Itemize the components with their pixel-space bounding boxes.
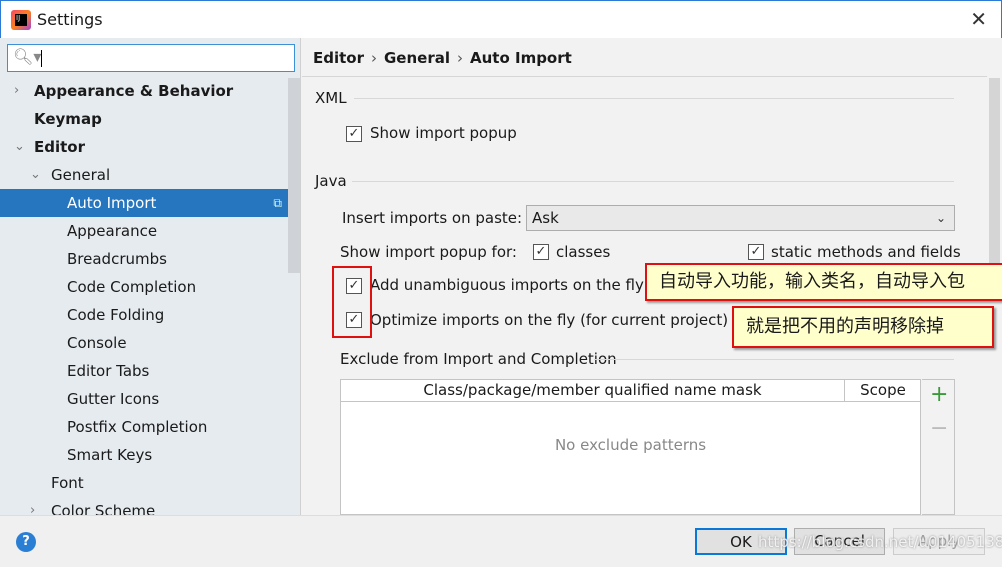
chevron-right-icon[interactable]: ›	[14, 77, 19, 105]
window-title: Settings	[37, 10, 103, 29]
annotation-optimize: 就是把不用的声明移除掉	[732, 306, 994, 348]
add-icon[interactable]: +	[930, 382, 948, 407]
intellij-logo-icon: IJ	[11, 10, 31, 30]
sidebar-item-gutter-icons[interactable]: Gutter Icons	[0, 385, 288, 413]
xml-show-popup-checkbox[interactable]: ✓	[346, 126, 362, 142]
sidebar-item-editor-tabs[interactable]: Editor Tabs	[0, 357, 288, 385]
static-methods-label: static methods and fields	[771, 243, 961, 261]
sidebar-item-label: Appearance	[67, 222, 158, 240]
exclude-table: Class/package/member qualified name mask…	[340, 379, 921, 515]
popup-for-label: Show import popup for:	[340, 243, 517, 261]
breadcrumb-general[interactable]: General	[384, 49, 450, 67]
divider	[594, 359, 954, 360]
divider	[352, 181, 954, 182]
breadcrumb-auto-import: Auto Import	[470, 49, 572, 67]
sidebar-item-label: General	[51, 166, 111, 184]
help-icon[interactable]: ?	[16, 532, 36, 552]
insert-imports-value: Ask	[532, 209, 559, 227]
chevron-right-icon[interactable]: ›	[30, 497, 35, 515]
sidebar-item-label: Editor	[34, 138, 85, 156]
search-icon: 🔍︎▾	[13, 47, 42, 66]
static-methods-checkbox[interactable]: ✓	[748, 244, 764, 260]
sidebar-item-label: Code Folding	[67, 306, 165, 324]
sidebar-item-editor[interactable]: ⌄ Editor	[0, 133, 288, 161]
title-bar: IJ Settings ✕	[0, 0, 1002, 38]
sidebar-item-appearance-behavior[interactable]: › Appearance & Behavior	[0, 77, 288, 105]
classes-checkbox[interactable]: ✓	[533, 244, 549, 260]
breadcrumb: Editor › General › Auto Import	[313, 49, 572, 67]
annotation-auto-import: 自动导入功能，输入类名，自动导入包	[645, 263, 1002, 301]
sidebar-item-code-folding[interactable]: Code Folding	[0, 301, 288, 329]
sidebar-item-font[interactable]: Font	[0, 469, 288, 497]
divider	[302, 76, 1002, 77]
exclude-title: Exclude from Import and Completion	[340, 350, 617, 368]
divider	[354, 98, 954, 99]
column-header-scope[interactable]: Scope	[845, 380, 921, 402]
remove-icon[interactable]: −	[930, 416, 948, 441]
sidebar-item-general[interactable]: ⌄ General	[0, 161, 288, 189]
watermark: https://blog.csdn.net/u014051380	[758, 533, 1002, 551]
sidebar-item-console[interactable]: Console	[0, 329, 288, 357]
breadcrumb-separator: ›	[457, 49, 463, 67]
sidebar-scrollbar[interactable]	[288, 78, 300, 273]
column-header-mask[interactable]: Class/package/member qualified name mask	[341, 380, 845, 402]
sidebar-item-smart-keys[interactable]: Smart Keys	[0, 441, 288, 469]
sidebar-item-auto-import[interactable]: Auto Import ⧉	[0, 189, 288, 217]
unambiguous-imports-label: Add unambiguous imports on the fly	[370, 276, 644, 294]
sidebar-item-label: Auto Import	[67, 194, 157, 212]
java-section-title: Java	[315, 172, 347, 190]
sidebar-item-label: Editor Tabs	[67, 362, 150, 380]
settings-sidebar: 🔍︎▾ › Appearance & Behavior Keymap ⌄ Editor ⌄…	[0, 38, 301, 515]
optimize-imports-label: Optimize imports on the fly (for current…	[370, 311, 729, 329]
empty-table-text: No exclude patterns	[554, 436, 707, 454]
sidebar-item-postfix-completion[interactable]: Postfix Completion	[0, 413, 288, 441]
insert-imports-select[interactable]: Ask ⌄	[526, 205, 955, 231]
sidebar-item-label: Keymap	[34, 110, 102, 128]
sidebar-item-label: Console	[67, 334, 127, 352]
sidebar-item-label: Color Scheme	[51, 502, 156, 515]
chevron-down-icon: ⌄	[935, 211, 946, 225]
copy-icon: ⧉	[273, 196, 282, 210]
sidebar-item-keymap[interactable]: Keymap	[0, 105, 288, 133]
sidebar-item-label: Gutter Icons	[67, 390, 160, 408]
close-icon[interactable]: ✕	[970, 7, 987, 31]
breadcrumb-separator: ›	[371, 49, 377, 67]
insert-imports-label: Insert imports on paste:	[342, 209, 523, 227]
sidebar-item-label: Postfix Completion	[67, 418, 208, 436]
sidebar-item-appearance[interactable]: Appearance	[0, 217, 288, 245]
sidebar-item-label: Smart Keys	[67, 446, 153, 464]
sidebar-item-label: Font	[51, 474, 84, 492]
classes-label: classes	[556, 243, 611, 261]
chevron-down-icon[interactable]: ⌄	[14, 133, 25, 161]
text-cursor	[41, 50, 42, 67]
breadcrumb-editor[interactable]: Editor	[313, 49, 364, 67]
xml-section-title: XML	[315, 89, 347, 107]
highlight-box	[332, 266, 372, 338]
sidebar-item-label: Code Completion	[67, 278, 197, 296]
xml-show-popup-label: Show import popup	[370, 124, 517, 142]
sidebar-item-color-scheme[interactable]: › Color Scheme	[0, 497, 288, 515]
sidebar-item-code-completion[interactable]: Code Completion	[0, 273, 288, 301]
sidebar-item-breadcrumbs[interactable]: Breadcrumbs	[0, 245, 288, 273]
sidebar-item-label: Appearance & Behavior	[34, 82, 234, 100]
search-input[interactable]: 🔍︎▾	[7, 44, 295, 72]
sidebar-item-label: Breadcrumbs	[67, 250, 167, 268]
table-toolbar: + −	[922, 379, 955, 515]
chevron-down-icon[interactable]: ⌄	[30, 161, 41, 189]
